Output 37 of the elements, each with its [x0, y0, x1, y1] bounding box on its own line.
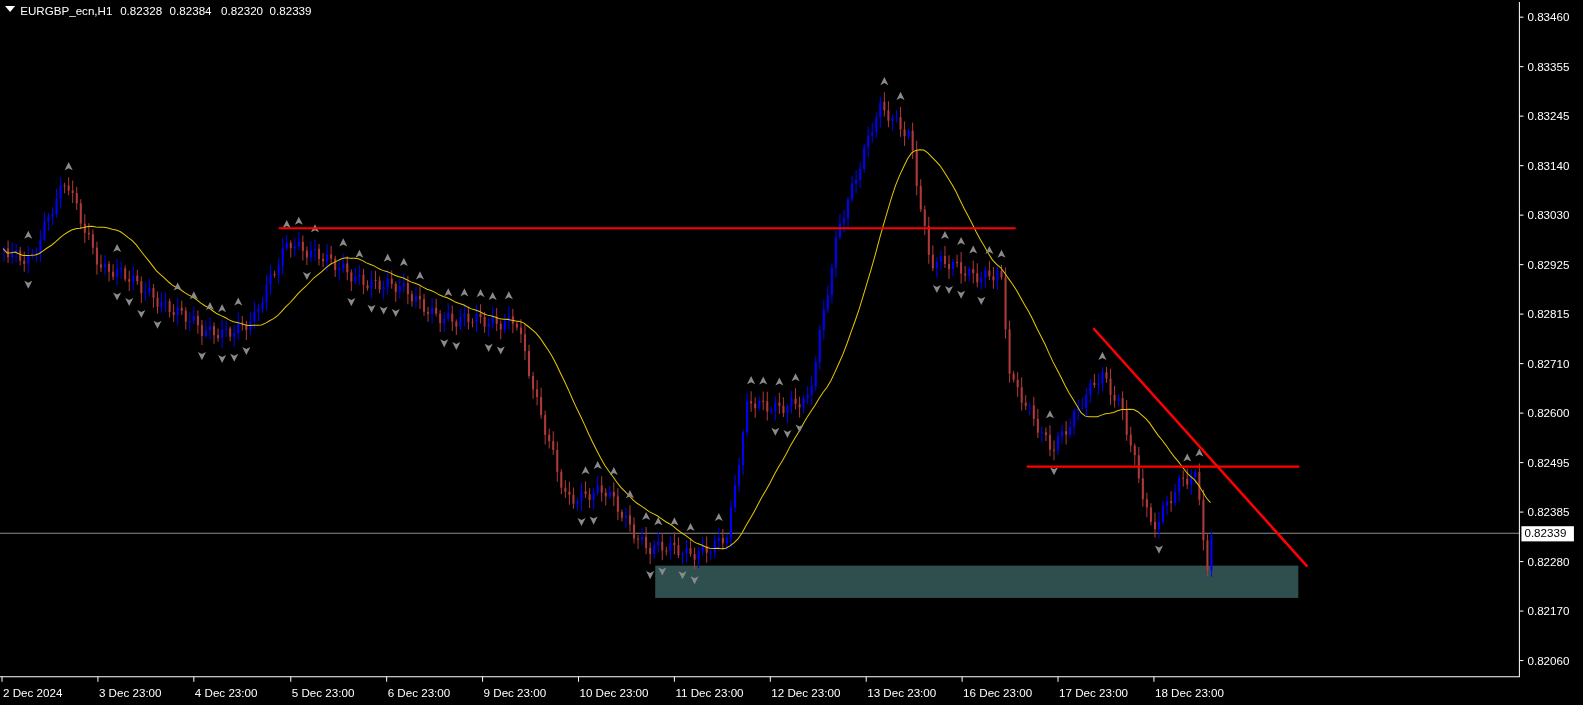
price-label: 0.83030 — [1527, 208, 1570, 222]
current-price-tag: 0.82339 — [1521, 526, 1574, 542]
date-label: 13 Dec 23:00 — [867, 685, 937, 699]
price-label: 0.82170 — [1527, 604, 1570, 618]
quote-value: 0.82328 — [120, 4, 163, 18]
quote-value: 0.82320 — [221, 4, 264, 18]
price-label: 0.83245 — [1527, 109, 1570, 123]
price-label: 0.82385 — [1527, 505, 1570, 519]
date-label: 2 Dec 2024 — [3, 685, 63, 699]
date-label: 9 Dec 23:00 — [483, 685, 547, 699]
date-label: 17 Dec 23:00 — [1059, 685, 1129, 699]
price-label: 0.82710 — [1527, 356, 1570, 370]
price-label: 0.82060 — [1527, 653, 1570, 667]
price-label: 0.82280 — [1527, 554, 1570, 568]
horizontal-line[interactable] — [1026, 465, 1300, 468]
symbol-label: EURGBP_ecn,H1 — [20, 4, 113, 18]
dropdown-triangle-icon[interactable] — [5, 6, 16, 13]
trend-line[interactable] — [1092, 327, 1309, 568]
date-label: 6 Dec 23:00 — [387, 685, 451, 699]
date-label: 5 Dec 23:00 — [291, 685, 355, 699]
resistance-line[interactable] — [278, 227, 1016, 230]
quote-value: 0.82384 — [169, 4, 212, 18]
date-label: 4 Dec 23:00 — [194, 685, 258, 699]
price-label: 0.82925 — [1527, 257, 1570, 271]
price-label: 0.82600 — [1527, 406, 1570, 420]
date-label: 11 Dec 23:00 — [675, 685, 744, 699]
date-label: 18 Dec 23:00 — [1154, 685, 1224, 699]
quote-value: 0.82339 — [269, 4, 312, 18]
price-label: 0.83460 — [1527, 10, 1570, 24]
price-label: 0.82815 — [1527, 307, 1570, 321]
date-label: 12 Dec 23:00 — [771, 685, 841, 699]
date-label: 10 Dec 23:00 — [579, 685, 649, 699]
date-label: 3 Dec 23:00 — [98, 685, 162, 699]
price-label: 0.83140 — [1527, 158, 1570, 172]
price-label: 0.83355 — [1527, 59, 1570, 73]
date-label: 16 Dec 23:00 — [963, 685, 1033, 699]
price-label: 0.82495 — [1527, 455, 1570, 469]
